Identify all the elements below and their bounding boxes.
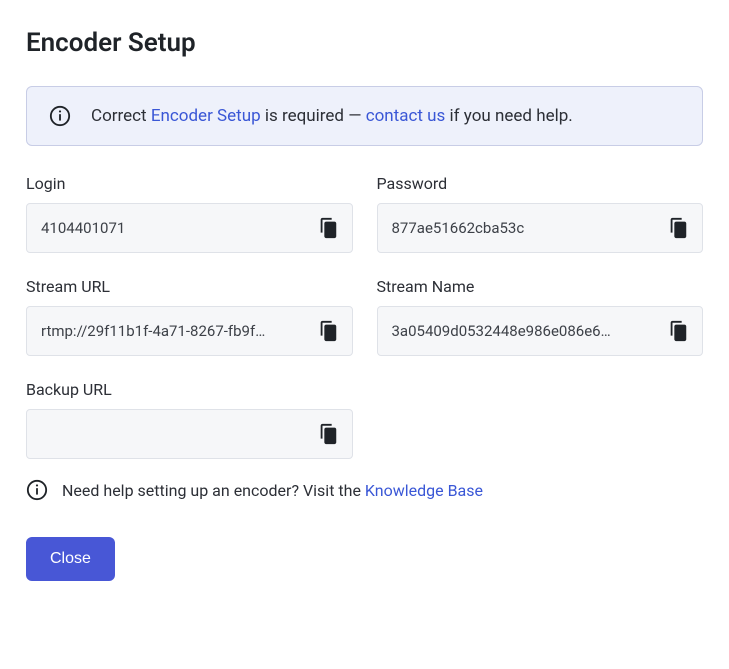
info-icon [26,479,48,501]
stream-name-label: Stream Name [377,277,704,296]
encoder-setup-link[interactable]: Encoder Setup [151,106,261,126]
copy-icon [667,217,689,239]
password-value: 877ae51662cba53c [392,219,665,237]
stream-url-label: Stream URL [26,277,353,296]
password-label: Password [377,174,704,193]
copy-backup-url-button[interactable] [314,420,342,448]
stream-url-value: rtmp://29f11b1f-4a71-8267-fb9f… [41,322,314,340]
stream-url-box: rtmp://29f11b1f-4a71-8267-fb9f… [26,306,353,356]
password-box: 877ae51662cba53c [377,203,704,253]
login-field: Login 4104401071 [26,174,353,253]
login-label: Login [26,174,353,193]
copy-password-button[interactable] [664,214,692,242]
stream-name-value: 3a05409d0532448e986e086e6… [392,322,665,340]
alert-text: Correct Encoder Setup is required — cont… [91,106,573,126]
login-box: 4104401071 [26,203,353,253]
close-button[interactable]: Close [26,537,115,581]
copy-icon [317,320,339,342]
knowledge-base-link[interactable]: Knowledge Base [365,481,483,500]
stream-name-box: 3a05409d0532448e986e086e6… [377,306,704,356]
copy-stream-url-button[interactable] [314,317,342,345]
info-alert: Correct Encoder Setup is required — cont… [26,86,703,146]
copy-icon [317,217,339,239]
copy-icon [317,423,339,445]
password-field: Password 877ae51662cba53c [377,174,704,253]
help-row: Need help setting up an encoder? Visit t… [26,479,703,501]
help-text: Need help setting up an encoder? Visit t… [62,481,483,500]
login-value: 4104401071 [41,219,314,237]
page-title: Encoder Setup [26,28,703,58]
backup-url-box [26,409,353,459]
stream-name-field: Stream Name 3a05409d0532448e986e086e6… [377,277,704,356]
backup-url-label: Backup URL [26,380,353,399]
copy-stream-name-button[interactable] [664,317,692,345]
copy-login-button[interactable] [314,214,342,242]
stream-url-field: Stream URL rtmp://29f11b1f-4a71-8267-fb9… [26,277,353,356]
info-icon [49,105,71,127]
contact-us-link[interactable]: contact us [366,106,446,126]
backup-url-field: Backup URL [26,380,353,459]
copy-icon [667,320,689,342]
